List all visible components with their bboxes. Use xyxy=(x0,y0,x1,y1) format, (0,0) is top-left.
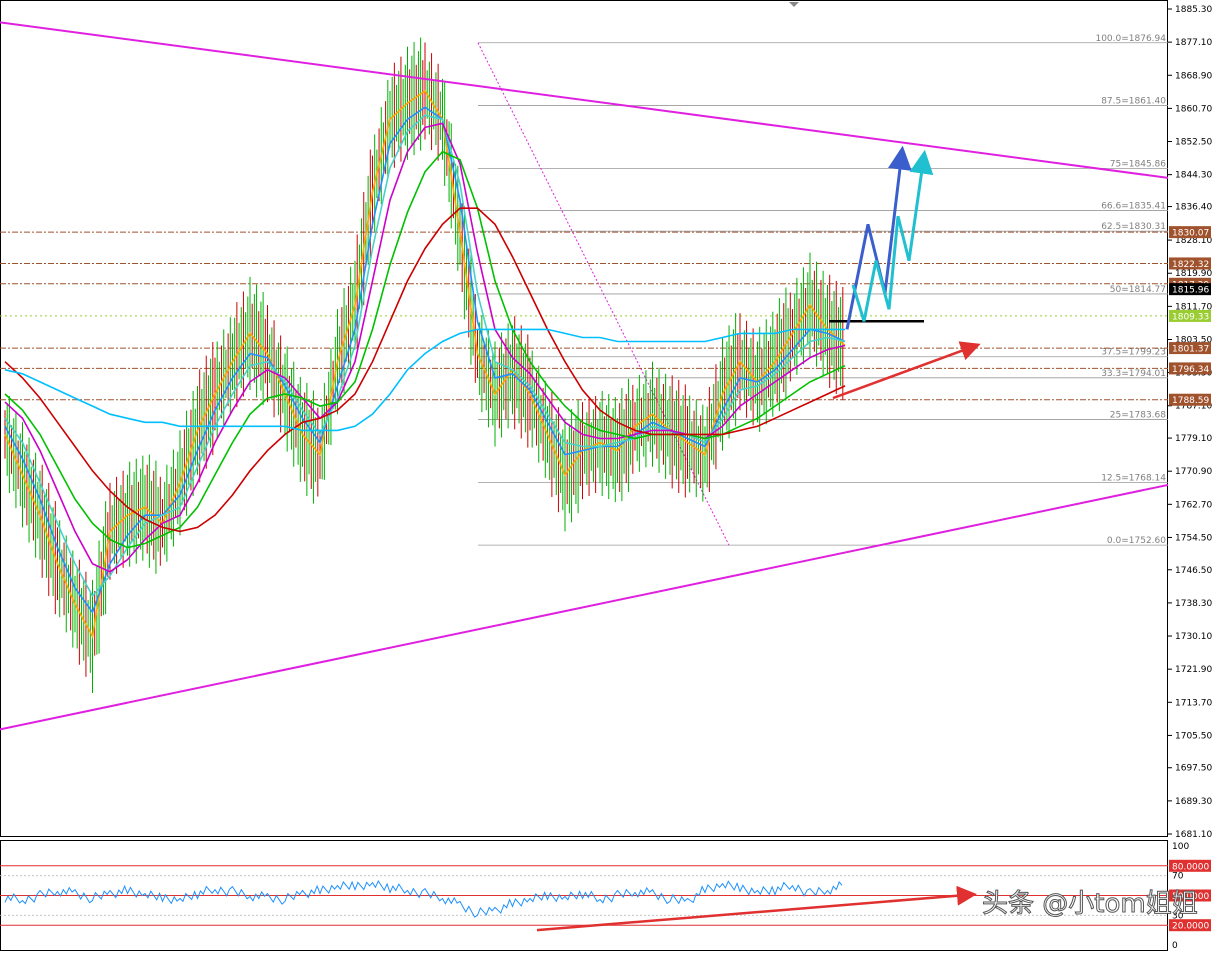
price-tick-label: 1819.90 xyxy=(1175,269,1212,279)
rsi-tick-label: 0 xyxy=(1172,941,1178,951)
price-tag-label: 1830.07 xyxy=(1172,229,1209,239)
fib-level-label: 87.5=1861.40 xyxy=(1101,97,1166,107)
price-tick-label: 1868.90 xyxy=(1175,71,1212,81)
price-tick-label: 1885.30 xyxy=(1175,5,1212,15)
fib-level-label: 33.3=1794.01 xyxy=(1101,369,1166,379)
price-tick-label: 1770.90 xyxy=(1175,467,1212,477)
price-tag-label: 1815.96 xyxy=(1172,286,1209,296)
moving-average-line xyxy=(4,106,846,614)
moving-average-line xyxy=(4,114,846,598)
price-tag-label: 1801.37 xyxy=(1172,345,1209,355)
price-tick-label: 1689.30 xyxy=(1175,797,1212,807)
price-tag-label: 1796.34 xyxy=(1172,365,1209,375)
price-tag-label: 1809.33 xyxy=(1172,312,1209,322)
annotations xyxy=(829,145,981,400)
support-arrow-red xyxy=(832,341,981,400)
price-tick-label: 1681.10 xyxy=(1175,830,1212,840)
fib-level-label: 75=1845.86 xyxy=(1110,159,1166,169)
price-tick-label: 1762.70 xyxy=(1175,500,1212,510)
price-tick-label: 1852.50 xyxy=(1175,138,1212,148)
fib-level-label: 50=1814.77 xyxy=(1110,285,1166,295)
trend-lines xyxy=(0,21,1169,731)
fib-level-label: 66.6=1835.41 xyxy=(1101,202,1166,212)
fib-level-label: 0.0=1752.60 xyxy=(1107,536,1166,546)
price-tag-label: 1788.59 xyxy=(1172,396,1209,406)
candles xyxy=(4,37,844,693)
fib-level-label: 62.5=1830.31 xyxy=(1101,222,1166,232)
price-axis: 1885.30 1877.10 1868.90 1860.70 1852.50 1844.… xyxy=(1168,5,1212,840)
rsi-line xyxy=(4,879,843,918)
rsi-tick-label: 100 xyxy=(1172,842,1189,852)
fib-level-label: 12.5=1768.14 xyxy=(1101,473,1166,483)
price-tick-label: 1836.40 xyxy=(1175,203,1212,213)
price-tick-label: 1721.90 xyxy=(1175,665,1212,675)
price-chart: 100.0=1876.94 87.5=1861.40 75=1845.86 66.6=… xyxy=(0,0,1212,951)
price-tick-label: 1697.50 xyxy=(1175,764,1212,774)
fib-level-label: 37.5=1799.23 xyxy=(1101,348,1166,358)
price-tick-label: 1754.50 xyxy=(1175,533,1212,543)
price-tick-label: 1860.70 xyxy=(1175,104,1212,114)
price-tick-label: 1730.10 xyxy=(1175,632,1212,642)
trend-line-lower xyxy=(0,483,1169,731)
watermark-text: 头条 @小tom姐姐 xyxy=(982,889,1198,919)
price-tick-label: 1844.30 xyxy=(1175,171,1212,181)
rsi-tick-label: 70 xyxy=(1172,872,1184,882)
price-tick-label: 1779.10 xyxy=(1175,434,1212,444)
price-tag-label: 1822.32 xyxy=(1172,260,1209,270)
scroll-marker-icon xyxy=(789,2,799,7)
price-tick-label: 1746.50 xyxy=(1175,566,1212,576)
price-tick-label: 1713.70 xyxy=(1175,698,1212,708)
main-panel-frame xyxy=(0,0,1168,837)
fib-level-label: 25=1783.68 xyxy=(1110,411,1166,421)
moving-averages xyxy=(4,89,846,639)
price-tick-label: 1738.30 xyxy=(1175,599,1212,609)
rsi-tag-label: 20.0000 xyxy=(1172,922,1209,932)
forecast-arrow-blue xyxy=(845,145,912,330)
moving-average-line xyxy=(4,122,846,573)
fib-level-label: 100.0=1876.94 xyxy=(1095,34,1166,44)
price-tick-label: 1877.10 xyxy=(1175,38,1212,48)
moving-average-line xyxy=(4,150,846,549)
price-tick-label: 1705.50 xyxy=(1175,731,1212,741)
horizontal-price-lines xyxy=(0,231,1168,401)
trend-line-upper xyxy=(0,21,1169,179)
moving-average-line xyxy=(4,207,846,533)
moving-average-line xyxy=(4,328,845,432)
